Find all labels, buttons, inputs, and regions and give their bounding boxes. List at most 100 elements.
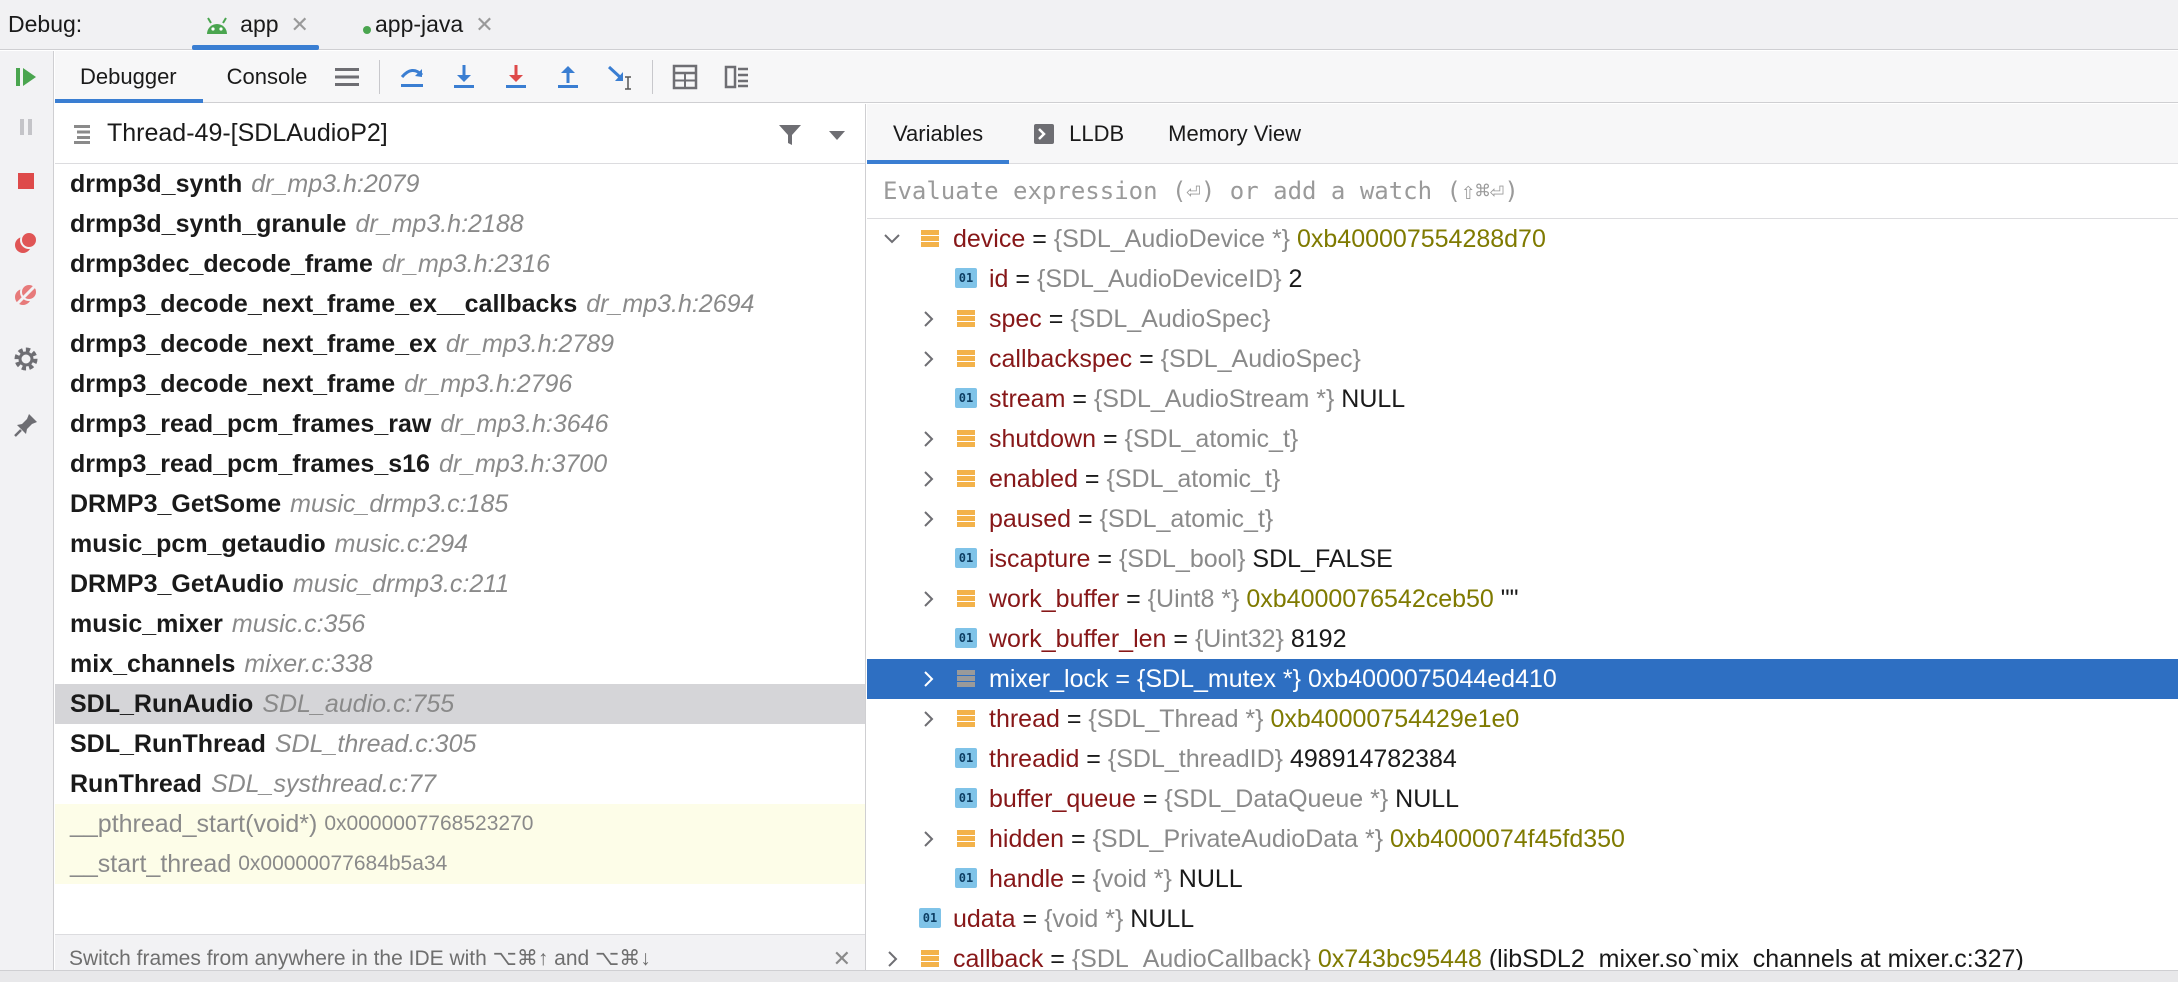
frame-function: drmp3d_synth [70, 169, 243, 198]
frame-row[interactable]: RunThread SDL_systhread.c:77 [55, 764, 865, 804]
variable-name: mixer_lock [989, 665, 1109, 693]
force-step-into-button[interactable] [498, 59, 534, 95]
resume-button[interactable] [10, 61, 42, 93]
thread-selector[interactable]: Thread-49-[SDLAudioP2] [55, 104, 865, 164]
mute-breakpoints-button[interactable] [10, 279, 42, 311]
chevron-right-icon[interactable] [917, 508, 939, 530]
variable-row[interactable]: 01 iscapture = {SDL_bool} SDL_FALSE [867, 539, 2178, 579]
tab-debugger[interactable]: Debugger [55, 51, 203, 103]
frame-row[interactable]: SDL_RunAudio SDL_audio.c:755 [55, 684, 865, 724]
variable-row[interactable]: spec = {SDL_AudioSpec} [867, 299, 2178, 339]
variable-row[interactable]: work_buffer = {Uint8 *} 0xb4000076542ceb… [867, 579, 2178, 619]
tab-console[interactable]: Console [203, 51, 322, 103]
running-dot-icon [362, 25, 371, 34]
evaluate-expression-input[interactable] [883, 177, 2133, 205]
variable-row[interactable]: 01 stream = {SDL_AudioStream *} NULL [867, 379, 2178, 419]
struct-icon [955, 668, 977, 690]
tab-lldb[interactable]: LLDB [1009, 104, 1142, 164]
tab-app-java[interactable]: app-java ✕ [345, 0, 512, 50]
filter-icon[interactable] [777, 122, 803, 148]
frame-row[interactable]: DRMP3_GetAudio music_drmp3.c:211 [55, 564, 865, 604]
variable-row[interactable]: device = {SDL_AudioDevice *} 0xb40000755… [867, 219, 2178, 259]
variable-row[interactable]: enabled = {SDL_atomic_t} [867, 459, 2178, 499]
pause-button[interactable] [10, 111, 42, 143]
pin-tab-button[interactable] [10, 409, 42, 441]
frame-row[interactable]: drmp3d_synth_granule dr_mp3.h:2188 [55, 204, 865, 244]
chevron-right-icon[interactable] [917, 348, 939, 370]
frame-row[interactable]: __start_thread 0x00000077684b5a34 [55, 844, 865, 884]
primitive-value-icon: 01 [955, 268, 977, 290]
variable-row[interactable]: callbackspec = {SDL_AudioSpec} [867, 339, 2178, 379]
view-breakpoints-button[interactable] [10, 227, 42, 259]
variable-name: shutdown [989, 425, 1097, 453]
chevron-right-icon[interactable] [881, 948, 903, 970]
variable-row[interactable]: 01 threadid = {SDL_threadID} 498914782384 [867, 739, 2178, 779]
evaluate-expression-button[interactable] [667, 59, 703, 95]
frame-row[interactable]: music_mixer music.c:356 [55, 604, 865, 644]
equals-sign: = [1015, 905, 1045, 933]
frame-row[interactable]: drmp3_decode_next_frame_ex dr_mp3.h:2789 [55, 324, 865, 364]
variable-row[interactable]: mixer_lock = {SDL_mutex *} 0xb4000075044… [867, 659, 2178, 699]
chevron-right-icon[interactable] [917, 708, 939, 730]
frame-row[interactable]: drmp3_decode_next_frame_ex__callbacks dr_… [55, 284, 865, 324]
variable-row[interactable]: 01 work_buffer_len = {Uint32} 8192 [867, 619, 2178, 659]
frame-function: drmp3dec_decode_frame [70, 249, 373, 278]
struct-icon [955, 828, 977, 850]
struct-icon [955, 468, 977, 490]
debugger-toolbar: Debugger Console [55, 51, 2178, 103]
variable-row[interactable]: 01 id = {SDL_AudioDeviceID} 2 [867, 259, 2178, 299]
chevron-down-icon[interactable] [827, 128, 847, 142]
variable-row[interactable]: thread = {SDL_Thread *} 0xb40000754429e1… [867, 699, 2178, 739]
run-to-cursor-button[interactable] [602, 59, 638, 95]
chevron-right-icon[interactable] [917, 428, 939, 450]
frame-function: RunThread [70, 769, 202, 798]
step-into-button[interactable] [446, 59, 482, 95]
frame-location: dr_mp3.h:2079 [251, 169, 420, 198]
chevron-right-icon[interactable] [917, 468, 939, 490]
frame-row[interactable]: drmp3_decode_next_frame dr_mp3.h:2796 [55, 364, 865, 404]
chevron-right-icon[interactable] [917, 588, 939, 610]
debug-label: Debug: [8, 11, 83, 37]
layout-menu-button[interactable] [329, 59, 365, 95]
frame-row[interactable]: drmp3_read_pcm_frames_raw dr_mp3.h:3646 [55, 404, 865, 444]
chevron-right-icon[interactable] [917, 828, 939, 850]
chevron-right-icon[interactable] [917, 308, 939, 330]
variable-row[interactable]: shutdown = {SDL_atomic_t} [867, 419, 2178, 459]
frame-function: SDL_RunThread [70, 729, 266, 758]
primitive-value-icon: 01 [919, 908, 941, 930]
tab-app[interactable]: app ✕ [178, 0, 327, 50]
tab-memory-view[interactable]: Memory View [1142, 104, 1323, 164]
close-icon[interactable]: ✕ [291, 12, 309, 38]
frame-function: __pthread_start(void*) [70, 809, 318, 838]
variable-text: spec = {SDL_AudioSpec} [989, 305, 1270, 334]
variable-row[interactable]: hidden = {SDL_PrivateAudioData *} 0xb400… [867, 819, 2178, 859]
frame-row[interactable]: drmp3dec_decode_frame dr_mp3.h:2316 [55, 244, 865, 284]
chevron-down-icon[interactable] [881, 228, 903, 250]
layout-settings-button[interactable] [719, 59, 755, 95]
chevron-right-icon[interactable] [917, 668, 939, 690]
ide-window: Debug: app ✕ app-java ✕ Debugger Console… [0, 0, 2178, 982]
variable-row[interactable]: 01 udata = {void *} NULL [867, 899, 2178, 939]
frame-row[interactable]: drmp3d_synth dr_mp3.h:2079 [55, 164, 865, 204]
variable-text: hidden = {SDL_PrivateAudioData *} 0xb400… [989, 825, 1625, 854]
run-to-cursor-icon [608, 65, 632, 90]
frame-location: dr_mp3.h:2316 [381, 249, 551, 278]
frame-row[interactable]: SDL_RunThread SDL_thread.c:305 [55, 724, 865, 764]
frame-row[interactable]: __pthread_start(void*) 0x0000007768523270 [55, 804, 865, 844]
variable-row[interactable]: paused = {SDL_atomic_t} [867, 499, 2178, 539]
close-icon[interactable]: ✕ [833, 946, 851, 972]
step-over-button[interactable] [394, 59, 430, 95]
variable-row[interactable]: 01 handle = {void *} NULL [867, 859, 2178, 899]
frame-row[interactable]: mix_channels mixer.c:338 [55, 644, 865, 684]
frame-row[interactable]: drmp3_read_pcm_frames_s16 dr_mp3.h:3700 [55, 444, 865, 484]
frame-row[interactable]: DRMP3_GetSome music_drmp3.c:185 [55, 484, 865, 524]
tab-variables[interactable]: Variables [867, 104, 1010, 164]
variable-type: {SDL_atomic_t} [1099, 505, 1274, 533]
variable-row[interactable]: 01 buffer_queue = {SDL_DataQueue *} NULL [867, 779, 2178, 819]
variable-address: 0xb400007554288d70 [1297, 225, 1546, 253]
settings-button[interactable] [10, 343, 42, 375]
close-icon[interactable]: ✕ [475, 12, 493, 38]
step-out-button[interactable] [550, 59, 586, 95]
frame-row[interactable]: music_pcm_getaudio music.c:294 [55, 524, 865, 564]
stop-button[interactable] [10, 165, 42, 197]
